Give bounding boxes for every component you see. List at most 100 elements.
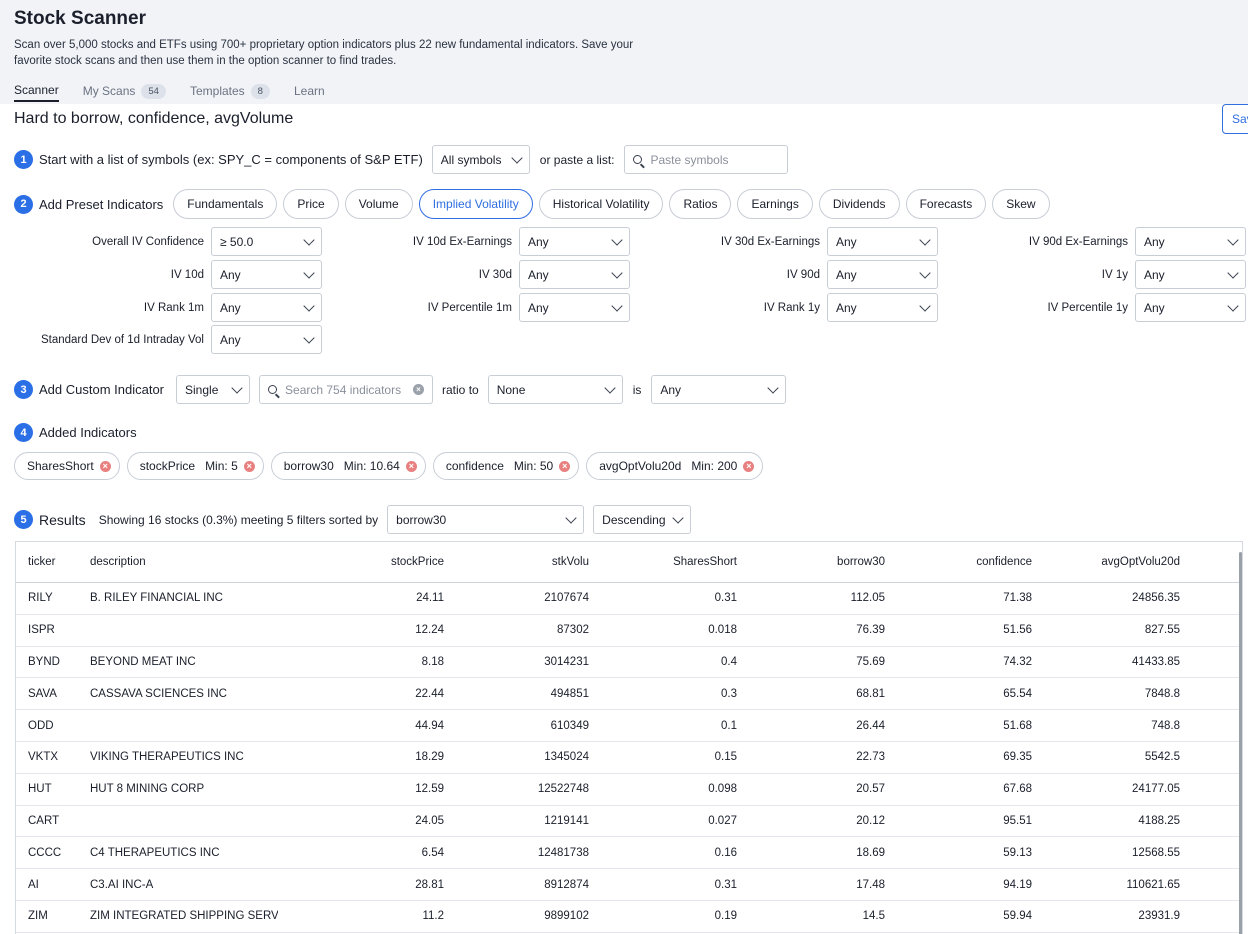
table-row[interactable]: AI C3.AI INC-A 28.81 8912874 0.31 17.48 94.19 1…	[16, 869, 1242, 901]
table-row[interactable]: HUT HUT 8 MINING CORP 12.59 12522748 0.098 20…	[16, 774, 1242, 806]
chip-name: confidence	[445, 459, 504, 473]
filter-select[interactable]: Any	[519, 227, 630, 256]
filter-label: IV 30d Ex-Earnings	[720, 235, 820, 248]
filter-label: IV Rank 1m	[143, 301, 204, 314]
cell-ticker: ISPR	[28, 624, 55, 637]
filter-select[interactable]: Any	[519, 260, 630, 289]
preset-pill-skew[interactable]: Skew	[992, 189, 1050, 219]
chevron-down-icon	[611, 233, 623, 246]
table-row[interactable]: RILY B. RILEY FINANCIAL INC 24.11 2107674 0.…	[16, 583, 1242, 615]
cell-stockprice: 12.59	[415, 783, 444, 796]
remove-icon[interactable]: ×	[99, 460, 111, 472]
cell-avgoptvolu20d: 7848.8	[1144, 687, 1180, 700]
indicator-chip-confidence[interactable]: confidence Min: 50 ×	[432, 452, 580, 480]
preset-pill-volume[interactable]: Volume	[344, 189, 413, 219]
cell-description: ZIM INTEGRATED SHIPPING SERV	[90, 910, 278, 923]
indicator-search-input[interactable]: Search 754 indicators ×	[259, 375, 434, 404]
indicator-chip-borrow30[interactable]: borrow30 Min: 10.64 ×	[270, 452, 426, 480]
chevron-down-icon	[303, 233, 315, 246]
preset-pill-forecasts[interactable]: Forecasts	[905, 189, 987, 219]
table-row[interactable]: ISPR 12.24 87302 0.018 76.39 51.56 827.55	[16, 615, 1242, 647]
remove-icon[interactable]: ×	[743, 460, 755, 472]
filter-select[interactable]: Any	[827, 260, 938, 289]
filter-select[interactable]: Any	[211, 325, 322, 354]
page-subtitle: Scan over 5,000 stocks and ETFs using 70…	[14, 39, 634, 67]
paste-symbols-input[interactable]: Paste symbols	[624, 145, 789, 174]
cell-avgoptvolu20d: 4188.25	[1138, 814, 1180, 827]
filter-select[interactable]: Any	[827, 227, 938, 256]
remove-icon[interactable]: ×	[243, 460, 255, 472]
filter-select[interactable]: ≥ 50.0	[211, 227, 322, 256]
cell-confidence: 74.32	[1003, 655, 1032, 668]
is-select[interactable]: Any	[651, 375, 787, 404]
indicator-mode-select[interactable]: Single	[176, 375, 251, 404]
tab-templates[interactable]: Templates 8	[190, 80, 270, 102]
column-header-confidence[interactable]: confidence	[885, 556, 1032, 568]
column-header-ticker[interactable]: ticker	[16, 556, 78, 568]
cell-borrow30: 20.12	[856, 814, 885, 827]
sort-order-select[interactable]: Descending	[593, 505, 692, 534]
column-header-avgoptvolu20d[interactable]: avgOptVolu20d	[1032, 556, 1180, 568]
indicator-chip-stockprice[interactable]: stockPrice Min: 5 ×	[126, 452, 264, 480]
tab-label: Scanner	[14, 83, 59, 97]
step4-label: Added Indicators	[39, 425, 137, 440]
table-row[interactable]: BYND BEYOND MEAT INC 8.18 3014231 0.4 75.69 74…	[16, 647, 1242, 679]
filter-iv-rank-1m: IV Rank 1m Any	[14, 293, 322, 322]
clear-icon[interactable]: ×	[413, 384, 425, 395]
filter-select[interactable]: Any	[1135, 293, 1246, 322]
filter-iv-percentile-1m: IV Percentile 1m Any	[322, 293, 630, 322]
save-button[interactable]: Sav	[1222, 104, 1248, 134]
tab-my-scans[interactable]: My Scans 54	[83, 80, 166, 102]
filter-select[interactable]: Any	[211, 260, 322, 289]
select-value: Any	[528, 300, 549, 315]
filter-select[interactable]: Any	[519, 293, 630, 322]
filter-select[interactable]: Any	[1135, 227, 1246, 256]
preset-pill-implied-volatility[interactable]: Implied Volatility	[418, 189, 533, 219]
step-number: 1	[14, 150, 33, 169]
sort-field-select[interactable]: borrow30	[387, 505, 585, 534]
table-row[interactable]: CCCC C4 THERAPEUTICS INC 6.54 12481738 0.16 1…	[16, 837, 1242, 870]
indicator-chip-sharesshort[interactable]: SharesShort ×	[14, 452, 120, 480]
cell-stkvolu: 12522748	[537, 783, 589, 796]
column-header-stkvolu[interactable]: stkVolu	[444, 556, 589, 568]
tab-learn[interactable]: Learn	[294, 80, 325, 102]
remove-icon[interactable]: ×	[559, 460, 571, 472]
table-row[interactable]: SAVA CASSAVA SCIENCES INC 22.44 494851 0.3 68…	[16, 678, 1242, 711]
preset-pill-fundamentals[interactable]: Fundamentals	[173, 189, 278, 219]
column-header-description[interactable]: description	[78, 556, 278, 568]
preset-pill-price[interactable]: Price	[283, 189, 339, 219]
filter-select[interactable]: Any	[1135, 260, 1246, 289]
table-row[interactable]: ODD 44.94 610349 0.1 26.44 51.68 748.8	[16, 710, 1242, 742]
filter-select[interactable]: Any	[211, 293, 322, 322]
cell-description: B. RILEY FINANCIAL INC	[90, 592, 223, 605]
chevron-down-icon	[604, 381, 616, 394]
cell-avgoptvolu20d: 110621.65	[1126, 878, 1180, 891]
remove-icon[interactable]: ×	[405, 460, 417, 472]
page-title: Stock Scanner	[14, 8, 146, 29]
table-row[interactable]: ZIM ZIM INTEGRATED SHIPPING SERV 11.2 98991…	[16, 901, 1242, 933]
cell-description: BEYOND MEAT INC	[90, 655, 196, 668]
indicator-chip-avgoptvolu20d[interactable]: avgOptVolu20d Min: 200 ×	[586, 452, 764, 480]
cell-ticker: BYND	[28, 655, 60, 668]
cell-stockprice: 6.54	[421, 846, 444, 859]
filter-label: IV Percentile 1y	[1047, 301, 1128, 314]
select-value: Any	[836, 300, 857, 315]
column-header-borrow30[interactable]: borrow30	[737, 556, 885, 568]
cell-ticker: ZIM	[28, 910, 48, 923]
table-body: RILY B. RILEY FINANCIAL INC 24.11 2107674 0.…	[16, 583, 1242, 934]
preset-pill-dividends[interactable]: Dividends	[818, 189, 900, 219]
ratio-select[interactable]: None	[487, 375, 623, 404]
column-header-sharesshort[interactable]: SharesShort	[589, 556, 737, 568]
symbols-select[interactable]: All symbols	[431, 145, 530, 174]
tab-scanner[interactable]: Scanner	[14, 80, 59, 102]
filter-select[interactable]: Any	[827, 293, 938, 322]
cell-avgoptvolu20d: 24856.35	[1132, 592, 1180, 605]
column-header-stockprice[interactable]: stockPrice	[278, 556, 444, 568]
preset-pill-earnings[interactable]: Earnings	[737, 189, 813, 219]
preset-pill-ratios[interactable]: Ratios	[669, 189, 732, 219]
table-row[interactable]: CART 24.05 1219141 0.027 20.12 95.51 4188.25	[16, 806, 1242, 838]
table-row[interactable]: VKTX VIKING THERAPEUTICS INC 18.29 1345024 0…	[16, 742, 1242, 774]
chip-min: Min: 10.64	[343, 459, 400, 473]
preset-pill-historical-volatility[interactable]: Historical Volatility	[538, 189, 664, 219]
scrollbar[interactable]	[1239, 552, 1242, 934]
